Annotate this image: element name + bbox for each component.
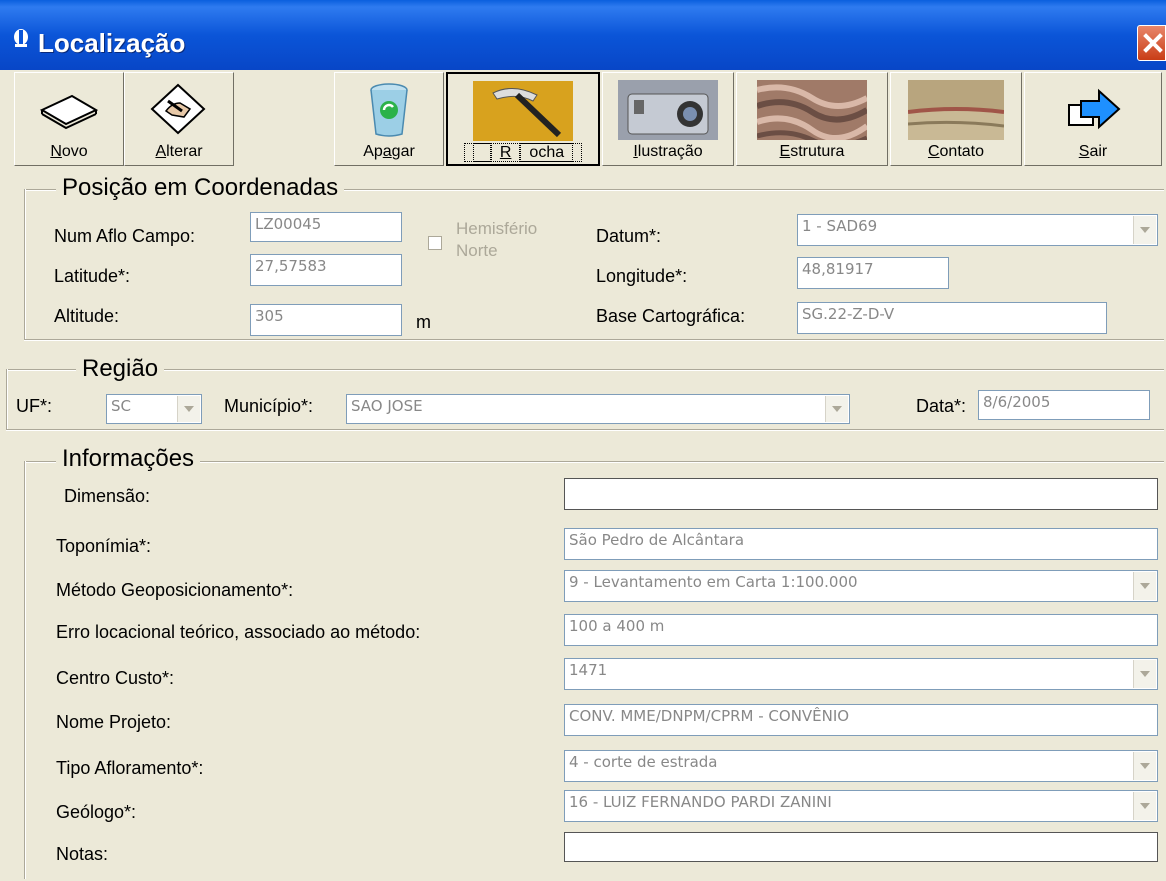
group-border (24, 461, 26, 879)
notas-field[interactable] (564, 832, 1158, 862)
group-border (6, 369, 8, 429)
data-label: Data*: (916, 396, 967, 416)
latitude-field[interactable]: 27,57583 (250, 254, 402, 286)
centro-custo-value: 1471 (569, 661, 608, 679)
datum-select[interactable]: 1 - SAD69 (797, 214, 1158, 246)
exit-arrow-icon (1068, 88, 1121, 130)
chevron-down-icon[interactable] (1133, 572, 1156, 600)
apagar-button[interactable]: Apagar (334, 72, 444, 166)
structure-image-icon (757, 80, 867, 140)
nome-projeto-field[interactable]: CONV. MME/DNPM/CPRM - CONVÊNIO (564, 704, 1158, 736)
base-cartografica-label: Base Cartográfica: (596, 306, 746, 326)
contact-image-icon (908, 80, 1004, 140)
edit-hand-icon (150, 83, 206, 135)
municipio-label: Município*: (224, 396, 314, 416)
contato-button[interactable]: Contato (890, 72, 1022, 166)
rock-hammer-icon (473, 81, 573, 141)
dimensao-field[interactable] (564, 478, 1158, 510)
metodo-value: 9 - Levantamento em Carta 1:100.000 (569, 573, 858, 591)
toponimia-field[interactable]: São Pedro de Alcântara (564, 528, 1158, 560)
longitude-label: Longitude*: (596, 266, 688, 286)
chevron-down-icon[interactable] (1133, 792, 1156, 820)
latitude-label: Latitude*: (54, 266, 131, 286)
erro-locacional-field[interactable]: 100 a 400 m (564, 614, 1158, 646)
chevron-down-icon[interactable] (1133, 216, 1156, 244)
tipo-afloramento-label: Tipo Afloramento*: (56, 758, 204, 778)
num-aflo-label: Num Aflo Campo: (54, 226, 196, 246)
altitude-field[interactable]: 305 (250, 304, 402, 336)
uf-select[interactable]: SC (106, 394, 202, 424)
datum-label: Datum*: (596, 226, 662, 246)
centro-custo-select[interactable]: 1471 (564, 658, 1158, 690)
notas-label: Notas: (56, 844, 109, 864)
close-button[interactable] (1137, 25, 1166, 61)
hemisferio-label: Hemisfério (456, 219, 538, 238)
group-title-regiao: Região (76, 355, 165, 383)
uf-value: SC (111, 397, 131, 415)
hemisferio-checkbox[interactable] (428, 236, 442, 250)
group-border (24, 339, 1164, 341)
tipo-afloramento-select[interactable]: 4 - corte de estrada (564, 750, 1158, 782)
erro-locacional-label: Erro locacional teórico, associado ao mé… (56, 622, 421, 642)
hemisferio-label-2: Norte (456, 241, 498, 260)
app-icon[interactable] (10, 27, 32, 49)
base-cartografica-field[interactable]: SG.22-Z-D-V (797, 302, 1107, 334)
group-border (6, 429, 1164, 431)
recycle-bin-icon (370, 83, 408, 137)
group-border (6, 369, 1164, 371)
metodo-select[interactable]: 9 - Levantamento em Carta 1:100.000 (564, 570, 1158, 602)
group-title-posicao: Posição em Coordenadas (56, 174, 345, 202)
data-field[interactable]: 8/6/2005 (978, 390, 1150, 420)
dimensao-label: Dimensão: (64, 486, 151, 506)
geologo-select[interactable]: 16 - LUIZ FERNANDO PARDI ZANINI (564, 790, 1158, 822)
longitude-field[interactable]: 48,81917 (797, 257, 949, 289)
rocha-button[interactable]: Rocha (446, 72, 600, 166)
municipio-value: SAO JOSE (351, 397, 423, 415)
group-border (24, 189, 26, 339)
geologo-value: 16 - LUIZ FERNANDO PARDI ZANINI (569, 793, 832, 811)
title-bar: Localização (0, 0, 1166, 70)
toponimia-label: Toponímia*: (56, 536, 152, 556)
alterar-button[interactable]: Alterar (124, 72, 234, 166)
chevron-down-icon[interactable] (177, 396, 200, 422)
chevron-down-icon[interactable] (1133, 752, 1156, 780)
group-title-informacoes: Informações (56, 445, 201, 473)
num-aflo-field[interactable]: LZ00045 (250, 212, 402, 242)
metodo-label: Método Geoposicionamento*: (56, 580, 294, 600)
geologo-label: Geólogo*: (56, 802, 137, 822)
camera-icon (618, 80, 718, 140)
altitude-label: Altitude: (54, 306, 120, 326)
paper-stack-icon (39, 94, 99, 130)
altitude-unit: m (416, 312, 431, 332)
datum-value: 1 - SAD69 (802, 217, 878, 235)
sair-button[interactable]: Sair (1024, 72, 1162, 166)
novo-button[interactable]: Novo (14, 72, 124, 166)
chevron-down-icon[interactable] (1133, 660, 1156, 688)
window-title: Localização (38, 28, 186, 58)
nome-projeto-label: Nome Projeto: (56, 712, 172, 732)
municipio-select[interactable]: SAO JOSE (346, 394, 850, 424)
uf-label: UF*: (16, 396, 52, 416)
ilustracao-button[interactable]: Ilustração (602, 72, 734, 166)
chevron-down-icon[interactable] (825, 396, 848, 422)
tipo-afloramento-value: 4 - corte de estrada (569, 753, 718, 771)
close-icon (1143, 33, 1163, 53)
estrutura-button[interactable]: Estrutura (736, 72, 888, 166)
centro-custo-label: Centro Custo*: (56, 668, 175, 688)
